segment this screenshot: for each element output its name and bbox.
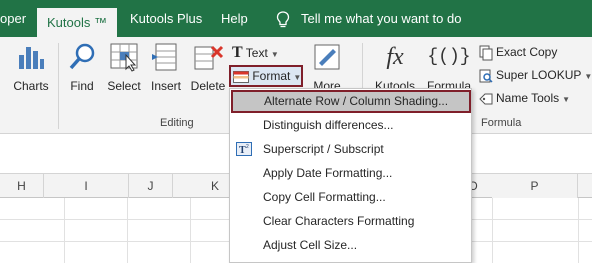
- charts-button[interactable]: Charts: [10, 41, 52, 93]
- superscript-icon: T 2: [236, 142, 252, 156]
- menu-item-alternate-shading[interactable]: Alternate Row / Column Shading...: [231, 90, 471, 113]
- formula-helper-button[interactable]: {()} Formula: [425, 41, 473, 93]
- column-divider: [492, 198, 493, 263]
- svg-text:T: T: [239, 145, 246, 156]
- function-fx-icon: fx: [386, 44, 404, 70]
- find-button[interactable]: Find: [64, 41, 100, 93]
- tab-kutools[interactable]: Kutools ™: [37, 8, 117, 37]
- super-lookup-button[interactable]: Super LOOKUP ▼: [479, 64, 592, 86]
- format-label: Format: [252, 69, 291, 83]
- charts-label: Charts: [13, 79, 49, 93]
- exact-copy-button[interactable]: Exact Copy: [479, 41, 557, 63]
- column-header-p[interactable]: P: [492, 174, 578, 198]
- delete-label: Delete: [190, 79, 226, 93]
- chevron-down-icon: ▼: [584, 72, 592, 81]
- menu-item-superscript-subscript[interactable]: T 2 Superscript / Subscript: [230, 138, 471, 161]
- column-divider: [190, 198, 191, 263]
- more-button[interactable]: More: [308, 41, 346, 93]
- menu-item-distinguish-differences[interactable]: Distinguish differences...: [230, 114, 471, 137]
- copy-icon: [479, 45, 493, 61]
- more-icon: [314, 44, 340, 70]
- ribbon-tab-bar: oper Kutools ™ Kutools Plus Help Tell me…: [0, 0, 592, 37]
- lookup-icon: [479, 69, 493, 83]
- menu-item-apply-date-formatting[interactable]: Apply Date Formatting...: [230, 162, 471, 185]
- superscript-subscript-label: Superscript / Subscript: [263, 142, 384, 156]
- charts-icon: [19, 47, 44, 69]
- name-tools-button[interactable]: Name Tools ▼: [479, 87, 570, 109]
- chevron-down-icon: ▼: [562, 95, 571, 104]
- name-tools-label: Name Tools: [496, 91, 560, 105]
- magnifier-icon: [69, 43, 95, 70]
- tab-developer[interactable]: oper: [0, 0, 26, 37]
- group-label-formula: Formula: [481, 117, 522, 129]
- text-icon: T: [232, 44, 243, 61]
- delete-button[interactable]: Delete: [189, 41, 227, 93]
- menu-item-clear-characters-formatting[interactable]: Clear Characters Formatting: [230, 210, 471, 233]
- column-header-j[interactable]: J: [129, 174, 173, 198]
- super-lookup-label: Super LOOKUP: [496, 68, 582, 82]
- select-label: Select: [107, 79, 141, 93]
- svg-text:2: 2: [246, 144, 249, 150]
- delete-icon: [194, 45, 224, 70]
- format-dropdown-menu: Alternate Row / Column Shading... Distin…: [229, 88, 472, 263]
- tab-kutools-plus[interactable]: Kutools Plus: [130, 0, 202, 37]
- column-divider: [127, 198, 128, 263]
- lightbulb-icon: [276, 11, 290, 28]
- chevron-down-icon: ▼: [293, 73, 302, 82]
- insert-label: Insert: [150, 79, 181, 93]
- formula-braces-icon: {()}: [427, 47, 471, 67]
- tell-me-search[interactable]: Tell me what you want to do: [301, 0, 461, 37]
- text-button[interactable]: T Text ▼: [232, 42, 279, 64]
- kutools-functions-button[interactable]: fx Kutools: [372, 41, 418, 93]
- format-button[interactable]: Format ▼: [229, 65, 303, 87]
- exact-copy-label: Exact Copy: [496, 45, 558, 59]
- text-label: Text: [245, 46, 268, 60]
- group-separator: [58, 43, 59, 129]
- find-label: Find: [70, 79, 94, 93]
- menu-item-copy-cell-formatting[interactable]: Copy Cell Formatting...: [230, 186, 471, 209]
- name-tag-icon: [479, 93, 493, 105]
- insert-icon: [152, 43, 177, 71]
- tab-help[interactable]: Help: [221, 0, 248, 37]
- column-divider: [578, 198, 579, 263]
- select-button[interactable]: Select: [106, 41, 142, 93]
- group-label-editing: Editing: [160, 117, 194, 129]
- menu-item-adjust-cell-size[interactable]: Adjust Cell Size...: [230, 234, 471, 257]
- chevron-down-icon: ▼: [270, 50, 279, 59]
- select-icon: [110, 43, 138, 72]
- column-divider: [64, 198, 65, 263]
- table-format-icon: [233, 70, 249, 83]
- insert-button[interactable]: Insert: [148, 41, 184, 93]
- column-header-h[interactable]: H: [0, 174, 44, 198]
- column-header-i[interactable]: I: [44, 174, 129, 198]
